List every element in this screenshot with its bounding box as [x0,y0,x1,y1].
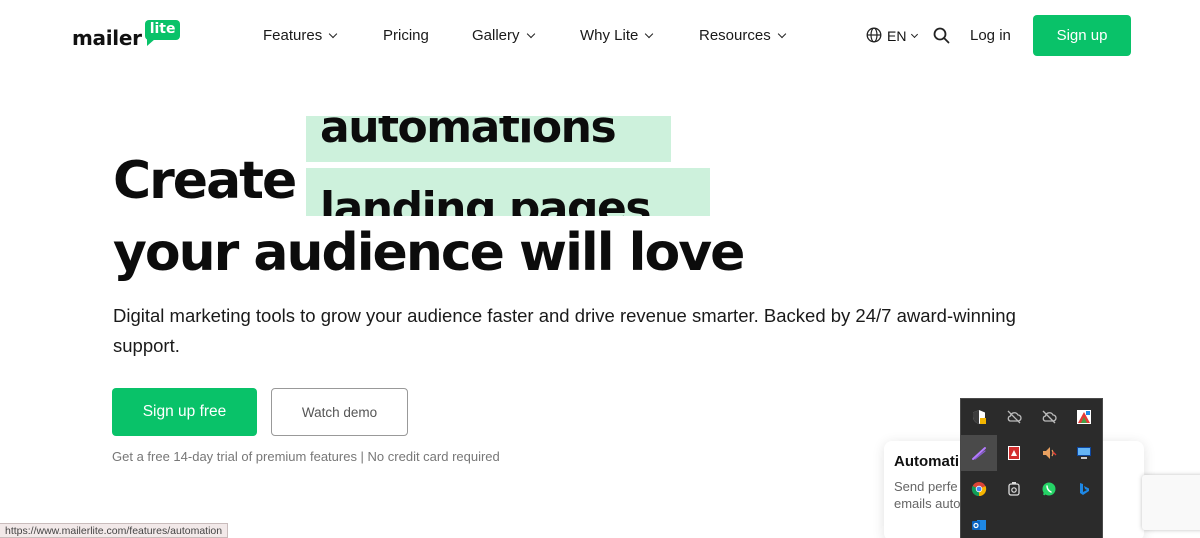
color-picker-icon[interactable] [1066,399,1102,435]
nav-pricing[interactable]: Pricing [383,24,429,48]
cloud-offline-icon[interactable] [1031,399,1067,435]
nav-pricing-label: Pricing [383,27,429,44]
hero-heading-line2: your audience will love [113,223,745,283]
volume-icon[interactable] [1031,435,1067,471]
nav-features[interactable]: Features [263,24,338,48]
chrome-icon[interactable] [961,471,997,507]
bing-icon[interactable] [1066,471,1102,507]
security-shield-icon[interactable] [961,399,997,435]
nav-gallery[interactable]: Gallery [472,24,535,48]
watch-demo-button[interactable]: Watch demo [271,388,408,436]
chevron-down-icon [645,29,654,39]
chevron-down-icon [777,29,786,39]
system-tray-overflow [960,398,1103,538]
globe-icon[interactable] [866,27,882,43]
chevron-down-icon [911,30,919,38]
trial-note: Get a free 14-day trial of premium featu… [112,449,500,464]
nav-features-label: Features [263,27,323,44]
automation-card-title: Automati [894,453,959,470]
main-nav: Features Pricing Gallery Why Lite Resour… [0,24,1200,48]
chevron-down-icon [328,29,338,39]
rotating-words: automations landing pages [306,116,716,216]
whatsapp-icon[interactable] [1031,471,1067,507]
status-bar-url: https://www.mailerlite.com/features/auto… [0,523,229,538]
nav-why-lite[interactable]: Why Lite [580,24,654,48]
login-link[interactable]: Log in [970,24,1011,48]
recaptcha-badge[interactable] [1142,475,1200,530]
hero-heading-line1: Create [113,151,297,211]
rotating-word-previous: automations [306,116,671,162]
chevron-down-icon [526,29,535,39]
nav-resources[interactable]: Resources [699,24,786,48]
signup-button[interactable]: Sign up [1033,15,1131,56]
hero-subtext: Digital marketing tools to grow your aud… [113,305,1016,356]
nav-why-lite-label: Why Lite [580,27,639,44]
outlook-icon[interactable] [961,507,997,538]
language-selector[interactable]: EN [887,26,919,46]
camera-icon[interactable] [996,471,1032,507]
nav-resources-label: Resources [699,27,771,44]
signup-free-button[interactable]: Sign up free [112,388,257,436]
pen-icon[interactable] [961,435,997,471]
pdf-icon[interactable] [996,435,1032,471]
rotating-word-current: landing pages [306,168,710,216]
site-header: mailer lite Features Pricing Gallery Why… [0,0,1200,72]
display-icon[interactable] [1066,435,1102,471]
language-label: EN [887,28,907,44]
search-icon[interactable] [933,27,950,44]
cloud-offline-icon[interactable] [996,399,1032,435]
nav-gallery-label: Gallery [472,27,520,44]
